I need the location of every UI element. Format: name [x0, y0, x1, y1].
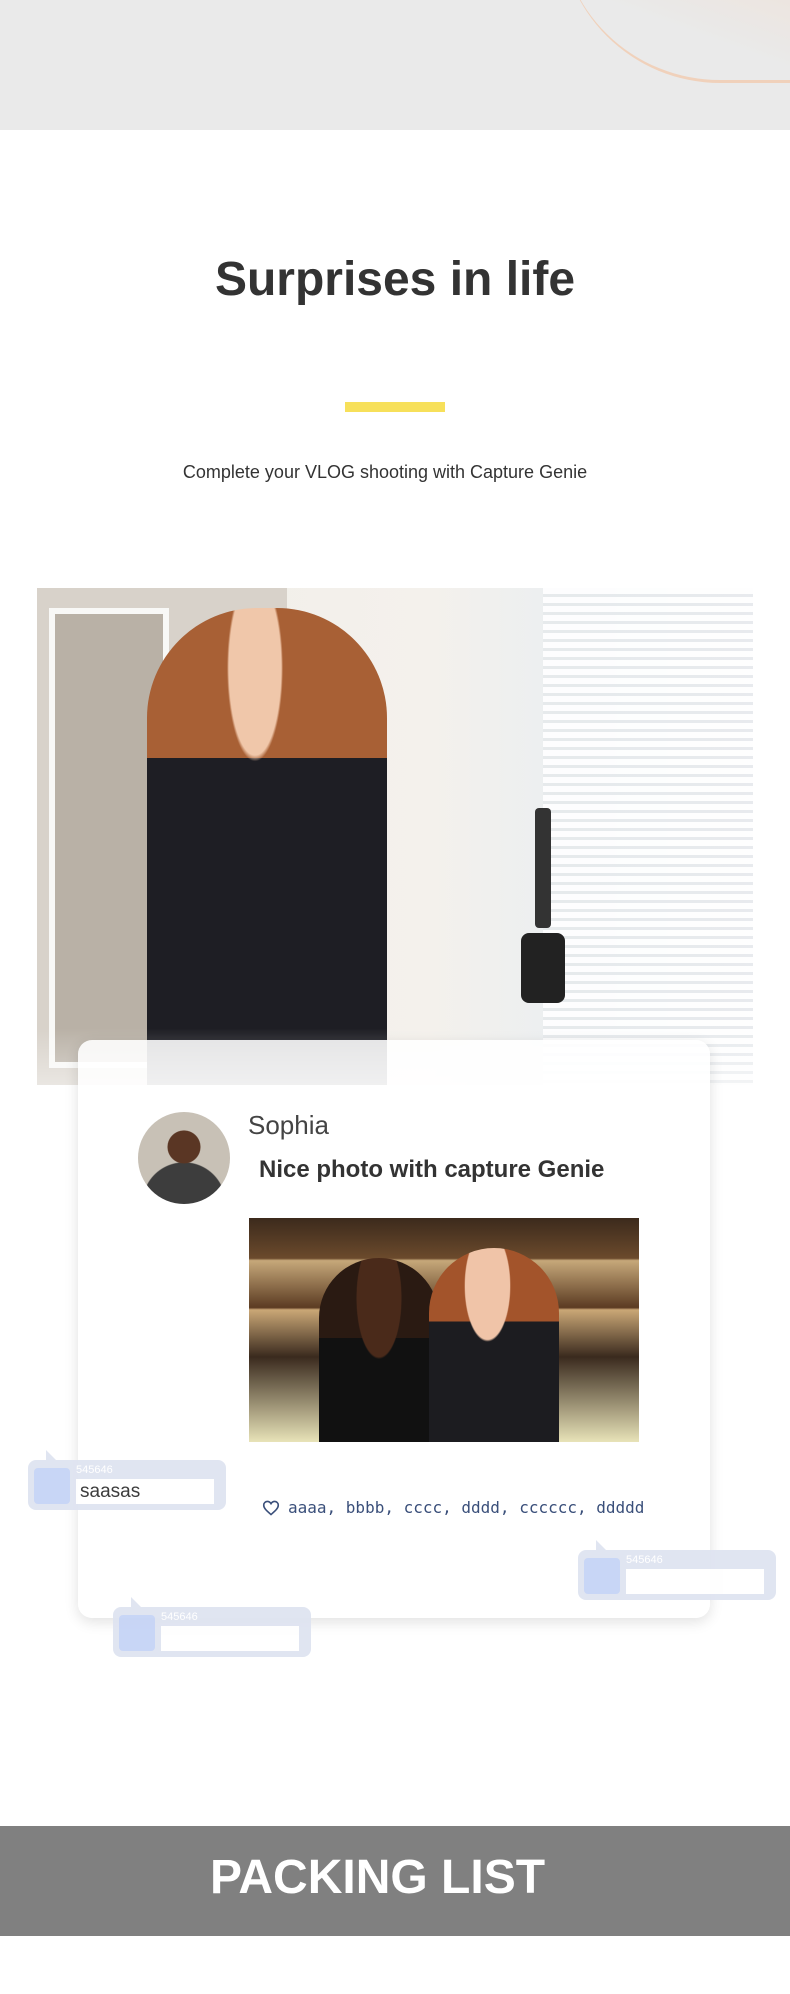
comment-bubble: 545646 saasas — [28, 1450, 226, 1510]
bubble-tail — [46, 1450, 58, 1462]
comment-id: 545646 — [626, 1554, 663, 1566]
comment-avatar — [584, 1558, 620, 1594]
post-likes: aaaa, bbbb, cccc, dddd, cccccc, ddddd — [262, 1498, 644, 1517]
likes-text: aaaa, bbbb, cccc, dddd, cccccc, ddddd — [288, 1498, 645, 1517]
post-photo-person-right — [429, 1248, 559, 1442]
post-caption: Nice photo with capture Genie — [259, 1156, 605, 1183]
bubble-tail — [131, 1597, 143, 1609]
comment-bubble: 545646 — [113, 1597, 311, 1657]
hero-person — [147, 608, 387, 1085]
comment-avatar — [119, 1615, 155, 1651]
comment-id: 545646 — [161, 1611, 198, 1623]
post-photo-person-left — [319, 1258, 439, 1442]
hand-photo-fragment — [560, 0, 790, 83]
section-subtitle: Complete your VLOG shooting with Capture… — [182, 462, 588, 482]
avatar[interactable] — [138, 1112, 230, 1204]
hero-photo — [37, 588, 753, 1085]
comment-id: 545646 — [76, 1464, 113, 1476]
bubble-tail — [596, 1540, 608, 1552]
post-username[interactable]: Sophia — [248, 1110, 329, 1141]
section-title: Surprises in life — [214, 253, 576, 306]
title-accent-bar — [345, 402, 445, 412]
heart-icon[interactable] — [262, 1500, 280, 1516]
packing-list-title: PACKING LIST — [209, 1851, 546, 1904]
comment-text: saasas — [76, 1479, 214, 1504]
post-photo[interactable] — [249, 1218, 639, 1442]
comment-text — [161, 1626, 299, 1651]
comment-text — [626, 1569, 764, 1594]
comment-bubble: 545646 — [578, 1540, 776, 1600]
top-banner-image — [0, 0, 790, 130]
comment-avatar — [34, 1468, 70, 1504]
